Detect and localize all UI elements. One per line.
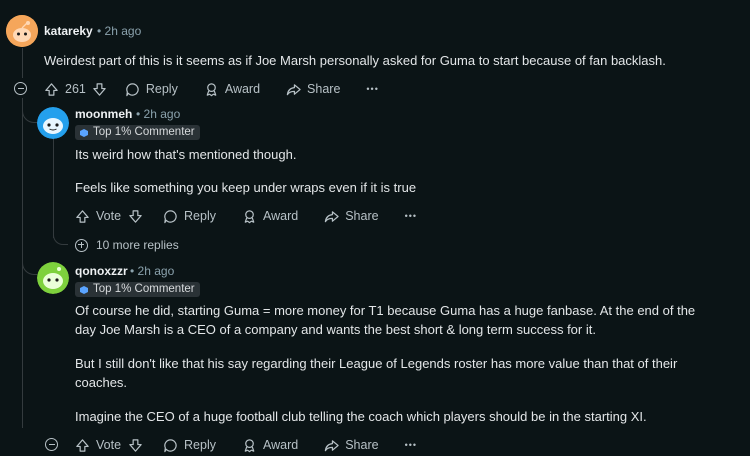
timestamp: • 2h ago — [130, 264, 175, 278]
more-options-button[interactable]: ••• — [405, 440, 417, 450]
flair-label: Top 1% Commenter — [93, 126, 195, 138]
reply-button[interactable]: Reply — [163, 438, 216, 453]
collapse-icon[interactable] — [45, 438, 58, 451]
thread-curve — [22, 250, 37, 275]
upvote-button[interactable]: Vote — [75, 209, 121, 224]
award-icon — [244, 438, 255, 452]
snoo-avatar-icon — [37, 262, 69, 294]
award-button[interactable]: Award — [204, 82, 260, 97]
collapse-icon[interactable] — [14, 82, 27, 95]
comment-text: But I still don't like that his say rega… — [75, 356, 678, 371]
username[interactable]: katareky — [44, 24, 93, 38]
vote-count: 261 — [65, 82, 86, 96]
vote-label: Vote — [96, 209, 122, 223]
more-replies-label: 10 more replies — [96, 238, 179, 252]
upvote-icon — [76, 209, 89, 223]
vote-label: Vote — [96, 438, 122, 452]
award-label: Award — [224, 82, 261, 96]
comment-actions: 261 Reply Award Share ••• — [44, 78, 379, 100]
snoo-avatar-icon — [6, 15, 38, 47]
expand-icon — [75, 238, 88, 252]
reply-icon — [126, 82, 139, 96]
more-options-button[interactable]: ••• — [366, 84, 378, 94]
share-icon — [325, 210, 339, 222]
award-icon — [206, 82, 217, 96]
timestamp: • 2h ago — [97, 24, 142, 38]
downvote-icon — [129, 209, 142, 223]
avatar[interactable] — [37, 262, 69, 294]
share-button[interactable]: Share — [286, 82, 340, 97]
reply-button[interactable]: Reply — [125, 82, 178, 97]
flair-label: Top 1% Commenter — [93, 283, 195, 295]
flair-icon — [80, 285, 88, 294]
flair-icon — [80, 128, 88, 137]
comment-text: day Joe Marsh is a CEO of a company and … — [75, 322, 596, 337]
share-label: Share — [345, 438, 379, 452]
more-options-button[interactable]: ••• — [405, 211, 417, 221]
reply-button[interactable]: Reply — [163, 209, 216, 224]
upvote-button[interactable]: 261 — [44, 82, 86, 97]
downvote-icon — [129, 438, 142, 452]
award-label: Award — [263, 209, 299, 223]
share-icon — [286, 83, 301, 95]
share-label: Share — [307, 82, 341, 96]
thread-curve — [53, 228, 68, 245]
comment-text: Of course he did, starting Guma = more m… — [75, 303, 696, 318]
share-icon — [325, 439, 339, 451]
comment-actions: Vote Reply Award Share ••• — [75, 434, 417, 456]
share-label: Share — [345, 209, 379, 223]
username[interactable]: moonmeh — [75, 107, 132, 121]
comment-text: Imagine the CEO of a huge football club … — [75, 409, 647, 424]
comment-text: Its weird how that's mentioned though. — [75, 147, 297, 162]
downvote-button[interactable] — [128, 209, 143, 224]
thread-curve — [22, 100, 37, 123]
award-icon — [244, 209, 255, 223]
thread-line-reply[interactable] — [53, 138, 54, 238]
downvote-button[interactable] — [128, 438, 143, 453]
upvote-button[interactable]: Vote — [75, 438, 121, 453]
comment-text: Weirdest part of this is it seems as if … — [44, 53, 666, 68]
reply-icon — [164, 209, 177, 223]
comment-text: Feels like something you keep under wrap… — [75, 180, 417, 195]
upvote-icon — [76, 438, 89, 452]
reply-icon — [164, 438, 177, 452]
award-button[interactable]: Award — [242, 209, 298, 224]
user-flair: Top 1% Commenter — [75, 282, 200, 297]
snoo-avatar-icon — [37, 107, 69, 139]
award-label: Award — [263, 438, 299, 452]
share-button[interactable]: Share — [324, 209, 379, 224]
reply-label: Reply — [184, 438, 216, 452]
thread-line-main[interactable] — [22, 48, 23, 78]
share-button[interactable]: Share — [324, 438, 379, 453]
avatar[interactable] — [37, 107, 69, 139]
reply-label: Reply — [145, 82, 178, 96]
reply-label: Reply — [184, 209, 216, 223]
award-button[interactable]: Award — [242, 438, 298, 453]
username[interactable]: qonoxzzr — [75, 264, 128, 278]
downvote-button[interactable] — [92, 82, 107, 97]
timestamp: • 2h ago — [136, 107, 181, 121]
more-replies-button[interactable]: 10 more replies — [75, 238, 179, 252]
comment-actions: Vote Reply Award Share ••• — [75, 205, 417, 227]
comment-text: coaches. — [75, 375, 128, 390]
user-flair: Top 1% Commenter — [75, 125, 200, 140]
avatar[interactable] — [6, 15, 38, 47]
downvote-icon — [93, 82, 106, 96]
upvote-icon — [45, 82, 58, 96]
